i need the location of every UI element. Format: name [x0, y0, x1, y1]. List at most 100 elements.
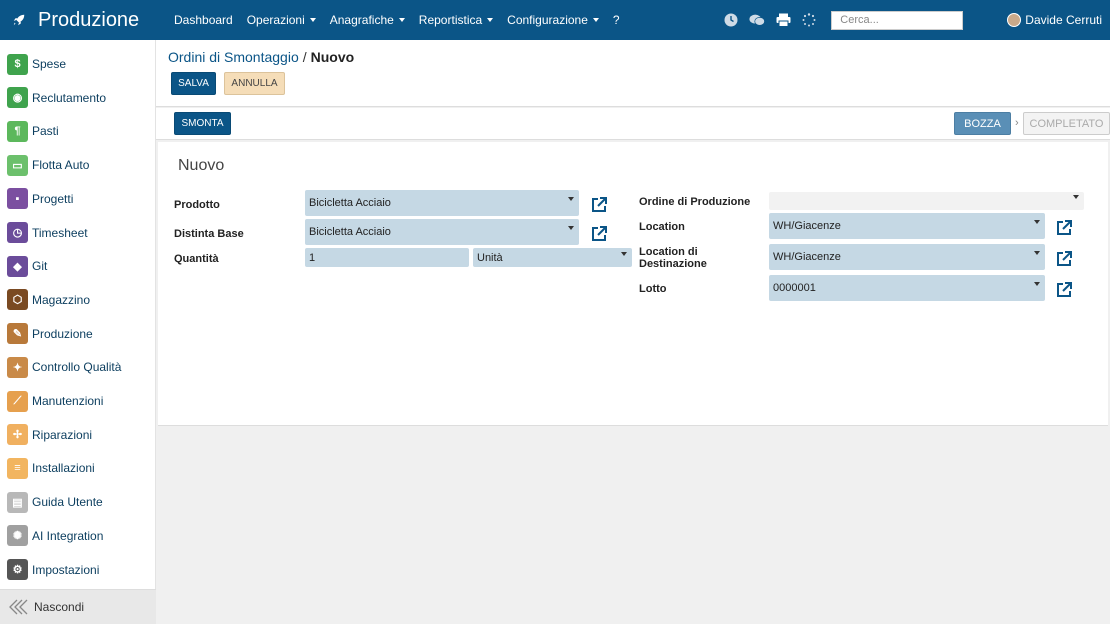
chevron-down-icon — [568, 226, 574, 230]
destination-label-line2: Destinazione — [639, 258, 707, 270]
sidebar-item-label: Produzione — [32, 326, 93, 341]
production-order-select[interactable] — [769, 192, 1084, 210]
main-content: Ordini di Smontaggio / Nuovo SALVA ANNULLA… — [156, 40, 1110, 624]
breadcrumb-parent-link[interactable]: Ordini di Smontaggio — [168, 49, 299, 65]
chat-icon[interactable] — [749, 12, 766, 28]
chevron-down-icon — [621, 251, 627, 256]
sidebar-item-label: Spese — [32, 57, 67, 71]
sidebar: Nascondi $ Spese ◉ Reclutamento ¶ Pasti ▭ Flott… — [0, 40, 156, 624]
chevron-down-icon — [1073, 195, 1079, 199]
main-menu: Dashboard Operazioni Anagrafiche Reportisti… — [174, 13, 634, 27]
topnav-item-dashboard[interactable]: Dashboard — [174, 13, 233, 27]
quantity-input[interactable]: 1 — [305, 248, 469, 267]
caret-down-icon — [309, 18, 316, 22]
destination-location-select[interactable]: WH/Giacenze — [769, 244, 1045, 270]
product-value: Bicicletta Acciaio — [309, 197, 391, 209]
sidebar-item-manutenzioni[interactable]: ⟋ Manutenzioni — [0, 386, 156, 416]
sidebar-hide-button[interactable]: Nascondi — [0, 589, 156, 624]
topnav-item-label: ? — [612, 13, 620, 27]
uom-value: Unità — [477, 251, 503, 264]
status-draft[interactable]: BOZZA — [954, 112, 1011, 135]
sidebar-item-progetti[interactable]: ▪ Progetti — [0, 184, 156, 214]
bom-external-link-icon[interactable] — [590, 225, 608, 243]
form-title: Nuovo — [178, 157, 225, 174]
search-input[interactable] — [831, 10, 964, 30]
cancel-button[interactable]: ANNULLA — [224, 72, 285, 95]
sidebar-item-label: AI Integration — [32, 528, 104, 543]
topbar-tools: Davide Cerruti — [723, 0, 1110, 40]
sidebar-item-git[interactable]: ◆ Git — [0, 251, 156, 281]
cutlery-icon: ¶ — [7, 120, 28, 142]
sidebar-item-controllo-qualit-[interactable]: ✦ Controllo Qualità — [0, 352, 156, 382]
sidebar-item-reclutamento[interactable]: ◉ Reclutamento — [0, 83, 156, 113]
caret-down-icon — [592, 18, 599, 22]
sidebar-item-produzione[interactable]: ✎ Produzione — [0, 319, 156, 349]
sidebar-item-label: Flotta Auto — [32, 158, 90, 173]
topnav-item-anagrafiche[interactable]: Anagrafiche — [330, 13, 405, 27]
location-label: Location — [639, 221, 685, 233]
topnav-item-label: Anagrafiche — [329, 13, 394, 27]
project-icon: ▪ — [7, 188, 28, 210]
location-value: WH/Giacenze — [773, 220, 841, 232]
product-select[interactable]: Bicicletta Acciaio — [305, 190, 579, 216]
print-icon[interactable] — [775, 12, 791, 28]
sidebar-item-installazioni[interactable]: ≡ Installazioni — [0, 453, 156, 483]
status-chevron-icon: › — [1015, 117, 1019, 129]
bom-value: Bicicletta Acciaio — [309, 226, 391, 238]
save-button[interactable]: SALVA — [171, 72, 216, 95]
sidebar-item-label: Riparazioni — [32, 427, 93, 442]
sidebar-item-impostazioni[interactable]: ⚙ Impostazioni — [0, 555, 156, 585]
chevron-down-icon — [1034, 282, 1040, 286]
bom-select[interactable]: Bicicletta Acciaio — [305, 219, 579, 245]
brand[interactable]: Produzione — [0, 9, 156, 32]
product-external-link-icon[interactable] — [590, 196, 608, 214]
sidebar-item-pasti[interactable]: ¶ Pasti — [0, 116, 156, 146]
sidebar-item-label: Impostazioni — [32, 562, 100, 577]
quality-icon: ✦ — [7, 356, 28, 378]
history-icon[interactable] — [723, 12, 739, 28]
chevron-down-icon — [1034, 220, 1040, 224]
lot-select[interactable]: 0000001 — [769, 275, 1045, 301]
chevron-down-icon — [1034, 251, 1040, 255]
uom-select[interactable]: Unità — [473, 248, 632, 267]
caret-down-icon — [398, 18, 405, 22]
top-navbar: Produzione Dashboard Operazioni Anagrafich… — [0, 0, 1110, 40]
topnav-item-operazioni[interactable]: Operazioni — [247, 13, 316, 27]
location-external-link-icon[interactable] — [1055, 219, 1073, 237]
git-icon: ◆ — [7, 255, 28, 277]
topnav-item-help[interactable]: ? — [613, 13, 620, 27]
disassemble-button[interactable]: SMONTA — [174, 112, 231, 135]
wrench-icon: ✎ — [7, 323, 28, 345]
sidebar-item-flotta-auto[interactable]: ▭ Flotta Auto — [0, 150, 156, 180]
status-completed[interactable]: COMPLETATO — [1023, 112, 1110, 135]
sidebar-item-guida-utente[interactable]: ▤ Guida Utente — [0, 487, 156, 517]
sidebar-item-spese[interactable]: $ Spese — [0, 49, 156, 79]
caret-down-icon — [487, 18, 494, 22]
sidebar-item-label: Pasti — [32, 124, 59, 139]
breadcrumb: Ordini di Smontaggio / Nuovo — [168, 49, 354, 65]
recruit-icon: ◉ — [7, 87, 28, 109]
sidebar-item-ai-integration[interactable]: ✺ AI Integration — [0, 521, 156, 551]
sidebar-item-magazzino[interactable]: ⬡ Magazzino — [0, 285, 156, 315]
action-bar: SMONTA BOZZA › COMPLETATO — [156, 108, 1110, 140]
sidebar-item-label: Controllo Qualità — [32, 360, 122, 375]
car-icon: ▭ — [7, 154, 28, 176]
production-order-label: Ordine di Produzione — [639, 196, 751, 208]
quantity-label: Quantità — [174, 253, 219, 265]
sidebar-item-label: Guida Utente — [32, 495, 103, 510]
location-select[interactable]: WH/Giacenze — [769, 213, 1045, 239]
hammer-icon: ⟋ — [7, 390, 28, 412]
bom-label: Distinta Base — [174, 228, 244, 240]
lot-external-link-icon[interactable] — [1055, 281, 1073, 299]
sidebar-item-riparazioni[interactable]: ✢ Riparazioni — [0, 420, 156, 450]
destination-external-link-icon[interactable] — [1055, 250, 1073, 268]
destination-location-value: WH/Giacenze — [773, 251, 841, 263]
sidebar-item-timesheet[interactable]: ◷ Timesheet — [0, 218, 156, 248]
user-menu[interactable]: Davide Cerruti — [1007, 13, 1102, 27]
dollar-icon: $ — [7, 53, 28, 75]
topnav-item-reportistica[interactable]: Reportistica — [419, 13, 494, 27]
install-icon: ≡ — [7, 457, 28, 479]
destination-location-label: Location di Destinazione — [639, 246, 707, 270]
topnav-item-configurazione[interactable]: Configurazione — [507, 13, 599, 27]
user-name: Davide Cerruti — [1025, 13, 1102, 27]
